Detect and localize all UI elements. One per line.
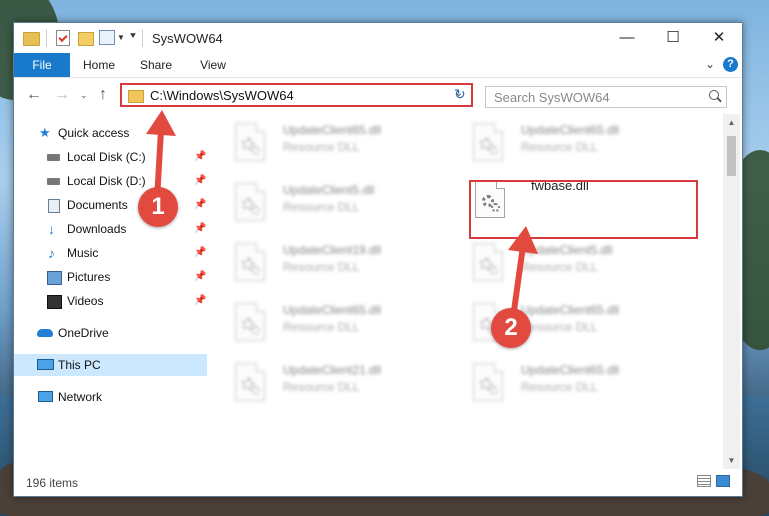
callout-badge-1: 1 (138, 187, 178, 227)
callout-arrows (146, 110, 538, 319)
callout-badge-2: 2 (491, 308, 531, 348)
callout-arrow-2 (508, 226, 538, 319)
